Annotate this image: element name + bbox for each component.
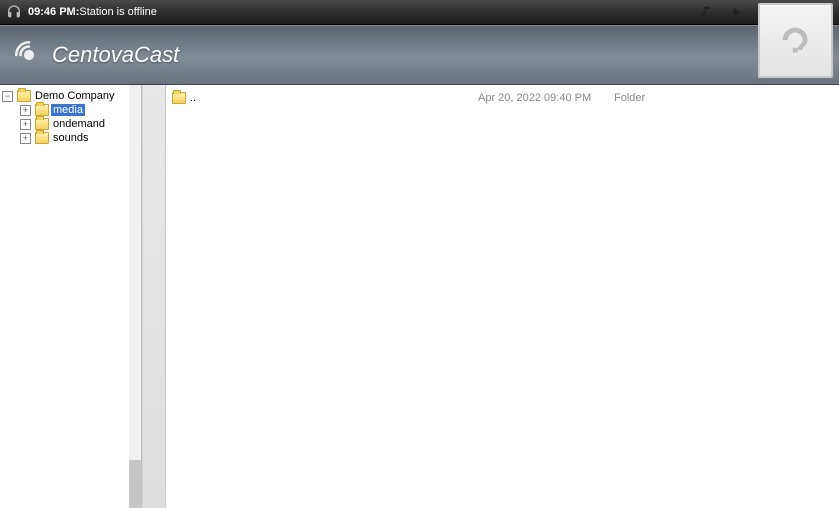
file-list-pane: .. Apr 20, 2022 09:40 PM Folder bbox=[166, 85, 839, 508]
status-time: 09:46 PM: bbox=[28, 6, 79, 18]
folder-icon bbox=[172, 92, 186, 104]
file-name: .. bbox=[190, 92, 196, 104]
tree-item[interactable]: + sounds bbox=[20, 131, 139, 145]
album-art-placeholder bbox=[758, 3, 833, 78]
scrollbar-thumb[interactable] bbox=[129, 460, 141, 508]
brand-bar: CentovaCast bbox=[0, 25, 839, 85]
file-date: Apr 20, 2022 09:40 PM bbox=[478, 92, 608, 104]
headphones-icon bbox=[6, 4, 22, 20]
folder-icon bbox=[35, 132, 49, 144]
music-note-icon[interactable] bbox=[699, 5, 713, 19]
tree-item[interactable]: + media bbox=[20, 103, 139, 117]
status-text: Station is offline bbox=[79, 6, 156, 18]
tree-item-label[interactable]: media bbox=[51, 104, 85, 116]
expand-icon[interactable]: + bbox=[20, 119, 31, 130]
tree-root[interactable]: − Demo Company bbox=[2, 89, 139, 103]
folder-tree-pane: − Demo Company + media + ondemand + bbox=[0, 85, 142, 508]
file-row-parent[interactable]: .. Apr 20, 2022 09:40 PM Folder bbox=[172, 89, 833, 107]
tree-item-label[interactable]: sounds bbox=[51, 132, 90, 144]
expand-icon[interactable]: + bbox=[20, 105, 31, 116]
tree-item[interactable]: + ondemand bbox=[20, 117, 139, 131]
brand-logo-icon bbox=[12, 38, 46, 72]
play-icon[interactable] bbox=[729, 5, 743, 19]
pane-gutter bbox=[142, 85, 166, 508]
expand-icon[interactable]: + bbox=[20, 133, 31, 144]
tree-root-label[interactable]: Demo Company bbox=[33, 90, 116, 102]
brand-title-light: Cast bbox=[134, 42, 179, 67]
status-bar: 09:46 PM: Station is offline bbox=[0, 0, 839, 25]
tree-item-label[interactable]: ondemand bbox=[51, 118, 107, 130]
folder-icon bbox=[35, 118, 49, 130]
folder-icon bbox=[17, 90, 31, 102]
main-area: − Demo Company + media + ondemand + bbox=[0, 85, 839, 508]
file-type: Folder bbox=[614, 92, 674, 104]
collapse-icon[interactable]: − bbox=[2, 91, 13, 102]
brand-title-bold: Centova bbox=[52, 42, 134, 67]
folder-icon bbox=[35, 104, 49, 116]
brand-title: CentovaCast bbox=[52, 42, 179, 68]
